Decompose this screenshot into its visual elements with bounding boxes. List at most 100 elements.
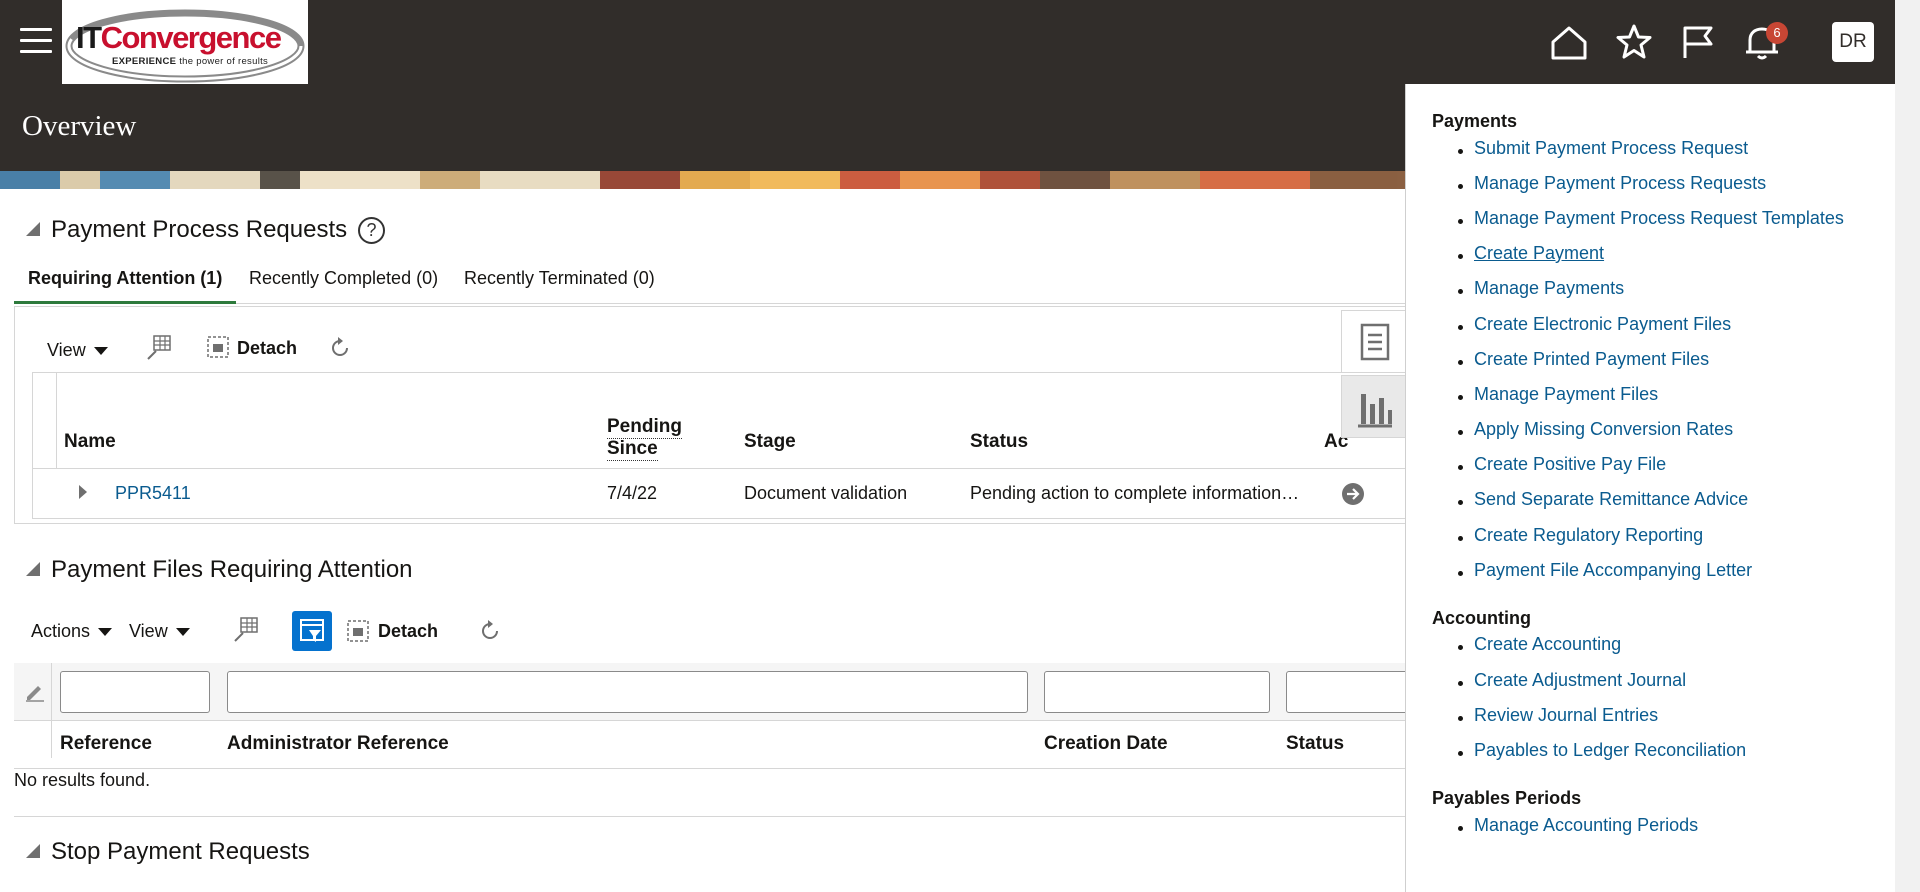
tab-recently-completed[interactable]: Recently Completed (0) [249,268,438,289]
reference-filter-input[interactable] [60,671,210,713]
chevron-down-icon [98,628,113,637]
tab-recently-terminated[interactable]: Recently Terminated (0) [464,268,655,289]
section-title-payment-files: Payment Files Requiring Attention [51,556,413,583]
table-top-border [32,372,1405,373]
status-cell: Pending action to complete information… [970,483,1300,503]
reports-panel-tab[interactable] [1341,375,1405,438]
task-link[interactable]: Create Adjustment Journal [1474,670,1686,691]
expand-row-icon[interactable] [78,484,88,500]
watchlist-flag-icon[interactable] [1678,22,1718,62]
freeze-columns-icon[interactable] [233,615,259,643]
bullet-icon [1458,289,1463,294]
table-left-border [32,372,33,518]
task-link[interactable]: Manage Payments [1474,278,1624,299]
bullet-icon [1458,571,1463,576]
column-header-status[interactable]: Status [1286,733,1344,755]
pending-since-cell: 7/4/22 [607,483,658,503]
group-title-payables-periods: Payables Periods [1432,788,1582,808]
view-label: View [129,621,168,641]
creation-date-filter-input[interactable] [1044,671,1270,713]
query-by-example-button[interactable] [292,611,332,651]
go-arrow-icon[interactable] [1341,482,1365,506]
group-title-payments: Payments [1432,111,1518,131]
tab-requiring-attention[interactable]: Requiring Attention (1) [28,268,222,289]
detach-button[interactable]: Detach [237,338,297,359]
bullet-icon [1458,536,1463,541]
collapse-toggle-icon[interactable] [26,844,40,858]
bullet-icon [1458,826,1463,831]
task-link[interactable]: Payment File Accompanying Letter [1474,560,1752,581]
task-link[interactable]: Create Regulatory Reporting [1474,525,1703,546]
task-link[interactable]: Create Accounting [1474,634,1621,655]
task-link[interactable]: Create Payment [1474,243,1604,264]
bullet-icon [1458,430,1463,435]
task-link[interactable]: Create Printed Payment Files [1474,349,1709,370]
ppr-name-link[interactable]: PPR5411 [115,483,191,504]
favorites-star-icon[interactable] [1614,22,1654,62]
task-link[interactable]: Manage Payment Process Requests [1474,173,1766,194]
actions-menu-button[interactable]: Actions [31,621,113,642]
clear-filter-pencil-icon[interactable] [24,680,46,702]
view-label: View [47,340,86,360]
task-link[interactable]: Send Separate Remittance Advice [1474,489,1748,510]
ppr-table-panel: View Detach Name Pending Since Stage Sta… [14,306,1405,524]
column-header-pending-since-2[interactable]: Since [607,438,658,461]
admin-reference-filter-input[interactable] [227,671,1028,713]
decorative-banner [0,171,1410,189]
view-menu-button[interactable]: View [47,340,108,361]
home-icon[interactable] [1549,22,1589,62]
collapse-toggle-icon[interactable] [26,222,40,236]
task-link[interactable]: Review Journal Entries [1474,705,1658,726]
task-link[interactable]: Manage Payment Process Request Templates [1474,208,1844,229]
help-icon[interactable]: ? [358,217,385,244]
bullet-icon [1458,219,1463,224]
chevron-down-icon [93,347,108,356]
table-bottom-border [32,518,1405,519]
stage-cell: Document validation [744,483,908,503]
detach-icon[interactable] [206,335,230,359]
status-filter-input[interactable] [1286,671,1405,713]
refresh-icon[interactable] [327,335,353,361]
task-link[interactable]: Manage Payment Files [1474,384,1658,405]
task-link[interactable]: Manage Accounting Periods [1474,815,1698,836]
column-header-creation-date[interactable]: Creation Date [1044,733,1168,755]
user-avatar[interactable]: DR [1832,22,1874,62]
bullet-icon [1458,184,1463,189]
page-title: Overview [22,110,137,142]
task-link[interactable]: Create Electronic Payment Files [1474,314,1731,335]
freeze-columns-icon[interactable] [146,333,172,361]
bullet-icon [1458,465,1463,470]
task-link[interactable]: Create Positive Pay File [1474,454,1666,475]
company-logo[interactable]: ITConvergence EXPERIENCE the power of re… [62,0,308,84]
task-link[interactable]: Apply Missing Conversion Rates [1474,419,1733,440]
selector-column-divider [56,372,57,468]
detach-button[interactable]: Detach [378,621,438,642]
column-header-status[interactable]: Status [970,431,1028,453]
task-link[interactable]: Submit Payment Process Request [1474,138,1748,159]
notification-count-badge: 6 [1766,22,1788,44]
bullet-icon [1458,751,1463,756]
column-header-stage[interactable]: Stage [744,431,796,453]
refresh-icon[interactable] [477,618,503,644]
main-content: Payment Process Requests ? Requiring Att… [0,189,1405,892]
column-header-administrator-reference[interactable]: Administrator Reference [227,733,449,755]
selector-column-divider [51,663,52,758]
column-header-name[interactable]: Name [64,431,116,453]
actions-label: Actions [31,621,91,641]
collapse-toggle-icon[interactable] [26,562,40,576]
bullet-icon [1458,395,1463,400]
header-row-border [14,768,1405,769]
task-link[interactable]: Payables to Ledger Reconciliation [1474,740,1746,761]
hamburger-menu-icon[interactable] [20,28,52,54]
filter-row-border [14,720,1405,721]
page-scrollbar[interactable] [1895,0,1920,892]
detach-icon[interactable] [346,619,370,643]
bullet-icon [1458,500,1463,505]
column-header-reference[interactable]: Reference [60,733,152,755]
bullet-icon [1458,360,1463,365]
logo-tagline: EXPERIENCE the power of results [112,56,269,67]
view-menu-button[interactable]: View [129,621,190,642]
column-header-pending-since-1[interactable]: Pending [607,416,682,439]
tasks-panel-tab[interactable] [1341,310,1405,373]
tab-divider [236,303,1405,304]
